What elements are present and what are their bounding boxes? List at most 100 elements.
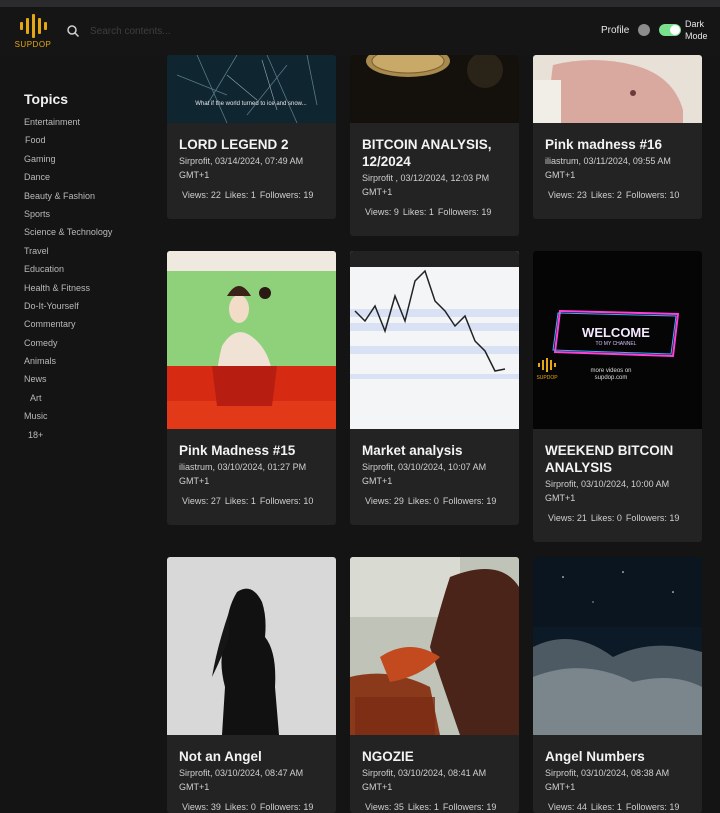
search-input[interactable]: [90, 25, 310, 37]
card-title[interactable]: LORD LEGEND 2: [179, 136, 328, 153]
card-meta: Sirprofit, 03/10/2024, 08:41 AM GMT+1: [362, 768, 487, 792]
views-count: Views: 27: [182, 496, 221, 506]
topic-beauty-fashion[interactable]: Beauty & Fashion: [24, 191, 154, 209]
topic-health-fitness[interactable]: Health & Fitness: [24, 283, 154, 301]
video-thumbnail[interactable]: What if the world turned to ice and snow…: [167, 55, 336, 123]
topic-diy[interactable]: Do-It-Yourself: [24, 301, 154, 319]
card-body: Not an Angel Sirprofit, 03/10/2024, 08:4…: [179, 748, 328, 812]
site-url-text: supdop.com: [595, 375, 628, 381]
followers-count: Followers: 19: [259, 190, 314, 200]
card-title[interactable]: WEEKEND BITCOIN ANALYSIS: [545, 442, 694, 476]
dark-mode-toggle[interactable]: [659, 24, 681, 36]
video-thumbnail[interactable]: [350, 55, 519, 123]
thumbnail-logo-text: SUPDOP: [536, 375, 558, 381]
top-strip: [0, 0, 720, 7]
card-body: Pink madness #16 iliastrum, 03/11/2024, …: [545, 136, 694, 200]
card-title[interactable]: Pink madness #16: [545, 136, 694, 153]
video-card[interactable]: Not an Angel Sirprofit, 03/10/2024, 08:4…: [167, 557, 336, 813]
thumbnail-caption: What if the world turned to ice and snow…: [195, 101, 307, 107]
likes-count: Likes: 0: [590, 513, 622, 523]
topic-animals[interactable]: Animals: [24, 356, 154, 374]
card-body: NGOZIE Sirprofit, 03/10/2024, 08:41 AM G…: [362, 748, 511, 812]
topics-sidebar: Topics Entertainment Food Gaming Dance B…: [24, 91, 154, 448]
topic-education[interactable]: Education: [24, 264, 154, 282]
video-thumbnail[interactable]: [350, 557, 519, 735]
video-thumbnail[interactable]: [167, 557, 336, 735]
likes-count: Likes: 0: [407, 496, 439, 506]
topic-entertainment[interactable]: Entertainment: [24, 117, 154, 135]
video-card[interactable]: What if the world turned to ice and snow…: [167, 55, 336, 219]
card-stats: Views: 23 Likes: 2 Followers: 10: [545, 190, 694, 200]
video-thumbnail[interactable]: [533, 55, 702, 123]
search-icon: [67, 25, 80, 38]
card-stats: Views: 35 Likes: 1 Followers: 19: [362, 802, 511, 812]
card-meta: Sirprofit, 03/14/2024, 07:49 AM GMT+1: [179, 156, 304, 180]
card-title[interactable]: BITCOIN ANALYSIS, 12/2024: [362, 136, 511, 170]
welcome-text: WELCOME: [582, 325, 650, 340]
search-bar[interactable]: [66, 19, 326, 43]
profile-avatar[interactable]: [638, 24, 650, 36]
topic-travel[interactable]: Travel: [24, 246, 154, 264]
topic-sports[interactable]: Sports: [24, 209, 154, 227]
views-count: Views: 39: [182, 802, 221, 812]
views-count: Views: 21: [548, 513, 587, 523]
video-thumbnail[interactable]: WELCOME TO MY CHANNEL SUPDOP more videos…: [533, 251, 702, 429]
card-stats: Views: 22 Likes: 1 Followers: 19: [179, 190, 328, 200]
card-meta: iliastrum, 03/11/2024, 09:55 AM GMT+1: [545, 156, 671, 180]
card-body: WEEKEND BITCOIN ANALYSIS Sirprofit, 03/1…: [545, 442, 694, 523]
welcome-subtext: TO MY CHANNEL: [596, 341, 637, 347]
card-title[interactable]: Angel Numbers: [545, 748, 694, 765]
views-count: Views: 29: [365, 496, 404, 506]
card-stats: Views: 29 Likes: 0 Followers: 19: [362, 496, 511, 506]
views-count: Views: 23: [548, 190, 587, 200]
profile-link[interactable]: Profile: [601, 25, 629, 36]
topic-comedy[interactable]: Comedy: [24, 338, 154, 356]
followers-count: Followers: 19: [442, 802, 497, 812]
followers-count: Followers: 19: [625, 802, 680, 812]
video-card[interactable]: Pink Madness #15 iliastrum, 03/10/2024, …: [167, 251, 336, 525]
card-stats: Views: 9 Likes: 1 Followers: 19: [362, 207, 511, 217]
topics-heading: Topics: [24, 91, 69, 107]
card-meta: Sirprofit, 03/10/2024, 10:07 AM GMT+1: [362, 462, 487, 486]
topic-news[interactable]: News: [24, 374, 154, 392]
video-thumbnail[interactable]: [533, 557, 702, 735]
views-count: Views: 9: [365, 207, 399, 217]
logo[interactable]: SUPDOP: [8, 13, 58, 55]
card-meta: Sirprofit, 03/10/2024, 08:47 AM GMT+1: [179, 768, 304, 792]
card-title[interactable]: Market analysis: [362, 442, 511, 459]
followers-count: Followers: 10: [625, 190, 680, 200]
likes-count: Likes: 1: [224, 190, 256, 200]
video-card[interactable]: NGOZIE Sirprofit, 03/10/2024, 08:41 AM G…: [350, 557, 519, 813]
card-body: LORD LEGEND 2 Sirprofit, 03/14/2024, 07:…: [179, 136, 328, 200]
card-title[interactable]: Pink Madness #15: [179, 442, 328, 459]
video-thumbnail[interactable]: [350, 251, 519, 429]
likes-count: Likes: 1: [224, 496, 256, 506]
views-count: Views: 44: [548, 802, 587, 812]
topic-gaming[interactable]: Gaming: [24, 154, 154, 172]
topic-food[interactable]: Food: [24, 135, 154, 153]
topic-art[interactable]: Art: [24, 393, 154, 411]
topic-18-plus[interactable]: 18+: [24, 430, 154, 448]
video-card[interactable]: Angel Numbers Sirprofit, 03/10/2024, 08:…: [533, 557, 702, 813]
views-count: Views: 22: [182, 190, 221, 200]
card-title[interactable]: NGOZIE: [362, 748, 511, 765]
card-title[interactable]: Not an Angel: [179, 748, 328, 765]
topic-science-technology[interactable]: Science & Technology: [24, 227, 154, 245]
card-meta: Sirprofit , 03/12/2024, 12:03 PM GMT+1: [362, 173, 490, 197]
topic-music[interactable]: Music: [24, 411, 154, 429]
followers-count: Followers: 10: [259, 496, 314, 506]
toggle-knob: [670, 25, 680, 35]
video-card[interactable]: Market analysis Sirprofit, 03/10/2024, 1…: [350, 251, 519, 525]
followers-count: Followers: 19: [625, 513, 680, 523]
dark-mode-label: Dark Mode: [685, 19, 708, 41]
card-stats: Views: 27 Likes: 1 Followers: 10: [179, 496, 328, 506]
video-card[interactable]: Pink madness #16 iliastrum, 03/11/2024, …: [533, 55, 702, 219]
topic-dance[interactable]: Dance: [24, 172, 154, 190]
likes-count: Likes: 1: [402, 207, 434, 217]
video-thumbnail[interactable]: [167, 251, 336, 429]
card-meta: Sirprofit, 03/10/2024, 08:38 AM GMT+1: [545, 768, 670, 792]
topic-commentary[interactable]: Commentary: [24, 319, 154, 337]
card-meta: Sirprofit, 03/10/2024, 10:00 AM GMT+1: [545, 479, 670, 503]
video-card[interactable]: WELCOME TO MY CHANNEL SUPDOP more videos…: [533, 251, 702, 542]
video-card[interactable]: BITCOIN ANALYSIS, 12/2024 Sirprofit , 03…: [350, 55, 519, 236]
